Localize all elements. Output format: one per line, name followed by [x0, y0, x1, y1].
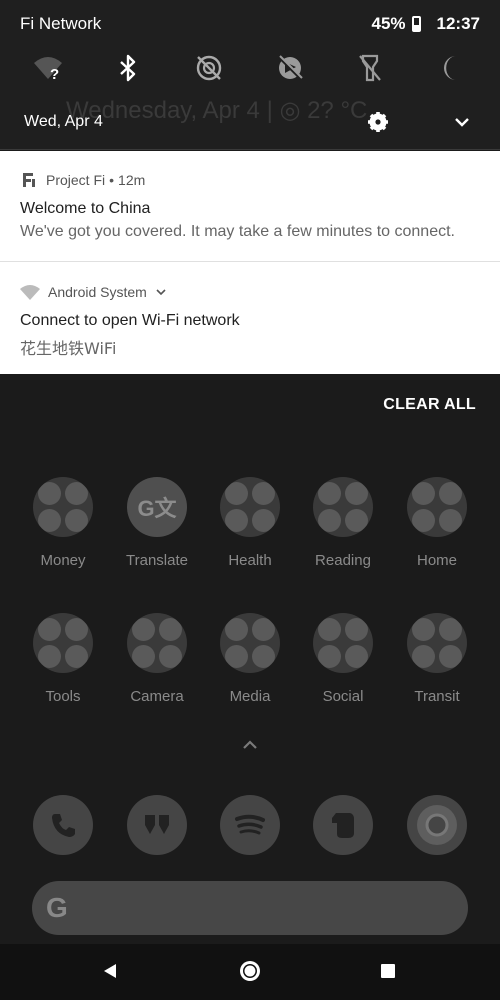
folder-camera[interactable]: [127, 613, 187, 673]
wifi-unknown-icon[interactable]: ?: [32, 52, 64, 84]
qs-date: Wed, Apr 4: [24, 113, 103, 130]
app-label-money: Money: [40, 552, 86, 569]
notification-project-fi[interactable]: Project Fi • 12m Welcome to China We've …: [0, 151, 500, 262]
app-label-health: Health: [228, 552, 272, 569]
app-label-transit: Transit: [414, 688, 460, 705]
app-label-media: Media: [229, 688, 271, 705]
folder-media[interactable]: [220, 613, 280, 673]
spotify-icon[interactable]: [220, 795, 280, 855]
folder-home[interactable]: [407, 477, 467, 537]
battery-icon: [411, 16, 421, 32]
notification-title: Connect to open Wi-Fi network: [20, 312, 240, 329]
clock: 12:37: [436, 14, 480, 33]
navigation-bar: [0, 944, 500, 1000]
notification-title: Welcome to China: [20, 200, 151, 217]
gear-icon[interactable]: [366, 110, 390, 134]
folder-money[interactable]: [33, 477, 93, 537]
app-label-tools: Tools: [45, 688, 81, 705]
flashlight-off-icon[interactable]: [354, 52, 386, 84]
recents-icon[interactable]: [380, 963, 396, 979]
translate-app-icon[interactable]: G文: [127, 477, 187, 537]
google-search-bar[interactable]: G: [32, 881, 468, 935]
notification-time: 12m: [118, 172, 146, 188]
notification-header: Project Fi • 12m: [20, 171, 145, 189]
hangouts-icon[interactable]: [127, 795, 187, 855]
evernote-icon[interactable]: [313, 795, 373, 855]
app-label-home: Home: [416, 552, 457, 569]
app-label-translate: Translate: [126, 552, 188, 569]
chevron-down-icon[interactable]: [450, 110, 474, 134]
quick-settings-panel: Fi Network 45% 12:37 ? Wednesday, Apr 4 …: [0, 0, 500, 150]
status-icons: 45% 12:37: [371, 14, 480, 34]
app-label-reading: Reading: [315, 552, 371, 569]
notification-app-name: Project Fi: [46, 172, 106, 188]
divider: [0, 149, 500, 150]
wifi-icon: [20, 285, 40, 300]
battery-percent: 45%: [371, 14, 406, 33]
svg-text:?: ?: [50, 66, 59, 83]
notification-text: We've got you covered. It may take a few…: [20, 223, 455, 240]
folder-health[interactable]: [220, 477, 280, 537]
bluetooth-icon[interactable]: [112, 52, 144, 84]
carrier-name: Fi Network: [20, 14, 102, 33]
header-ghost-text: Wednesday, Apr 4 | ◎ 2? °C: [66, 97, 368, 124]
clear-all-button[interactable]: CLEAR ALL: [383, 396, 476, 414]
do-not-disturb-icon[interactable]: [193, 52, 225, 84]
folder-transit[interactable]: [407, 613, 467, 673]
project-fi-icon: [23, 173, 35, 187]
translate-glyph: G文: [137, 496, 177, 521]
chevron-down-icon[interactable]: [155, 287, 167, 297]
folder-reading[interactable]: [313, 477, 373, 537]
notification-text: 花生地铁WiFi: [20, 339, 117, 358]
notification-separator: •: [109, 172, 115, 188]
notification-header: Android System: [20, 284, 167, 300]
phone-icon[interactable]: [33, 795, 93, 855]
notification-app-name: Android System: [48, 284, 147, 300]
chrome-icon[interactable]: [407, 795, 467, 855]
app-label-camera: Camera: [130, 688, 184, 705]
folder-social[interactable]: [313, 613, 373, 673]
home-icon[interactable]: [238, 959, 262, 983]
folder-tools[interactable]: [33, 613, 93, 673]
back-icon[interactable]: [100, 961, 120, 981]
chevron-up-icon[interactable]: [240, 738, 260, 752]
location-off-icon[interactable]: [274, 52, 306, 84]
google-logo: G: [46, 892, 68, 923]
night-mode-icon[interactable]: [436, 52, 468, 84]
notification-android-system[interactable]: Android System Connect to open Wi-Fi net…: [0, 262, 500, 374]
app-label-social: Social: [322, 688, 364, 705]
